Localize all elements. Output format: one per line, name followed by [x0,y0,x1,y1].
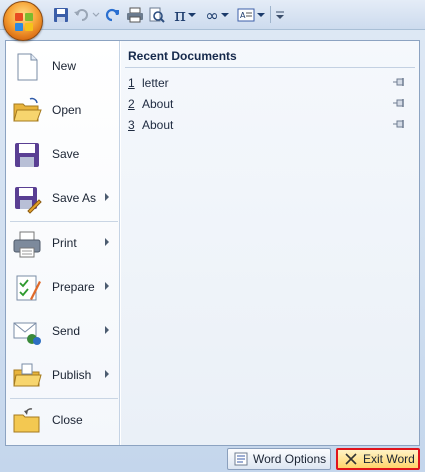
recent-document-number: 3 [128,118,135,132]
close-icon [345,453,357,465]
submenu-arrow-icon [105,193,109,201]
word-options-label: Word Options [253,452,327,466]
recent-document-item[interactable]: 2 About [128,94,413,114]
exit-word-label: Exit Word [363,452,415,466]
pin-icon[interactable] [393,119,407,129]
new-document-icon [12,52,42,82]
infinity-icon[interactable]: ∞ [202,5,232,25]
menu-item-close[interactable]: Close [6,399,119,443]
options-icon [234,452,248,466]
equation-icon[interactable]: π [171,5,199,26]
prepare-icon [12,273,42,303]
recent-document-name: About [142,118,174,132]
recent-documents-divider [125,67,415,68]
menu-item-save[interactable]: Save [6,133,119,177]
close-folder-icon [12,406,42,436]
print-icon[interactable] [126,5,144,25]
menu-item-prepare[interactable]: Prepare [6,266,119,310]
save-icon[interactable] [52,5,70,25]
menu-item-label: New [52,59,77,73]
menu-item-print[interactable]: Print [6,222,119,266]
undo-icon[interactable] [73,5,101,25]
menu-item-label: Close [52,413,83,427]
menu-item-label: Save [52,147,80,161]
menu-item-publish[interactable]: Publish [6,354,119,398]
menu-item-label: Send [52,324,81,338]
pin-icon[interactable] [393,77,407,87]
publish-icon [12,361,42,391]
customize-toolbar-icon[interactable] [274,5,286,25]
svg-text:A: A [240,11,246,20]
redo-icon[interactable] [105,5,121,25]
menu-item-open[interactable]: Open [6,89,119,133]
recent-document-number: 2 [128,97,135,111]
submenu-arrow-icon [105,282,109,290]
submenu-arrow-icon [105,370,109,378]
submenu-arrow-icon [105,238,109,246]
recent-documents-title: Recent Documents [128,49,237,63]
menu-item-label: Prepare [52,280,95,294]
pin-icon[interactable] [393,98,407,108]
open-folder-icon [12,96,42,126]
menu-commands: New Open Save Save As Print Prepare Send… [6,41,120,445]
recent-document-item[interactable]: 3 About [128,115,413,135]
save-as-icon [12,184,42,214]
save-icon [12,140,42,170]
office-logo-icon [15,13,33,31]
recent-documents-panel: Recent Documents 1 letter 2 About 3 Abou… [121,41,419,445]
recent-document-item[interactable]: 1 letter [128,73,413,93]
quick-access-toolbar: π ∞ A [0,0,425,30]
menu-item-label: Print [52,236,77,250]
menu-item-label: Save As [52,191,97,205]
menu-item-save-as[interactable]: Save As [6,177,119,221]
exit-word-button[interactable]: Exit Word [336,448,420,470]
menu-item-new[interactable]: New [6,45,119,89]
menu-item-label: Publish [52,368,92,382]
office-menu: New Open Save Save As Print Prepare Send… [5,40,420,446]
word-options-button[interactable]: Word Options [227,448,331,470]
recent-document-name: About [142,97,174,111]
print-preview-icon[interactable] [148,5,166,25]
submenu-arrow-icon [105,326,109,334]
send-icon [12,317,42,347]
menu-item-send[interactable]: Send [6,310,119,354]
recent-document-number: 1 [128,76,135,90]
office-button[interactable] [3,1,43,41]
recent-document-name: letter [142,76,169,90]
printer-icon [12,229,42,259]
menu-item-label: Open [52,103,82,117]
text-box-icon[interactable]: A [235,5,267,25]
